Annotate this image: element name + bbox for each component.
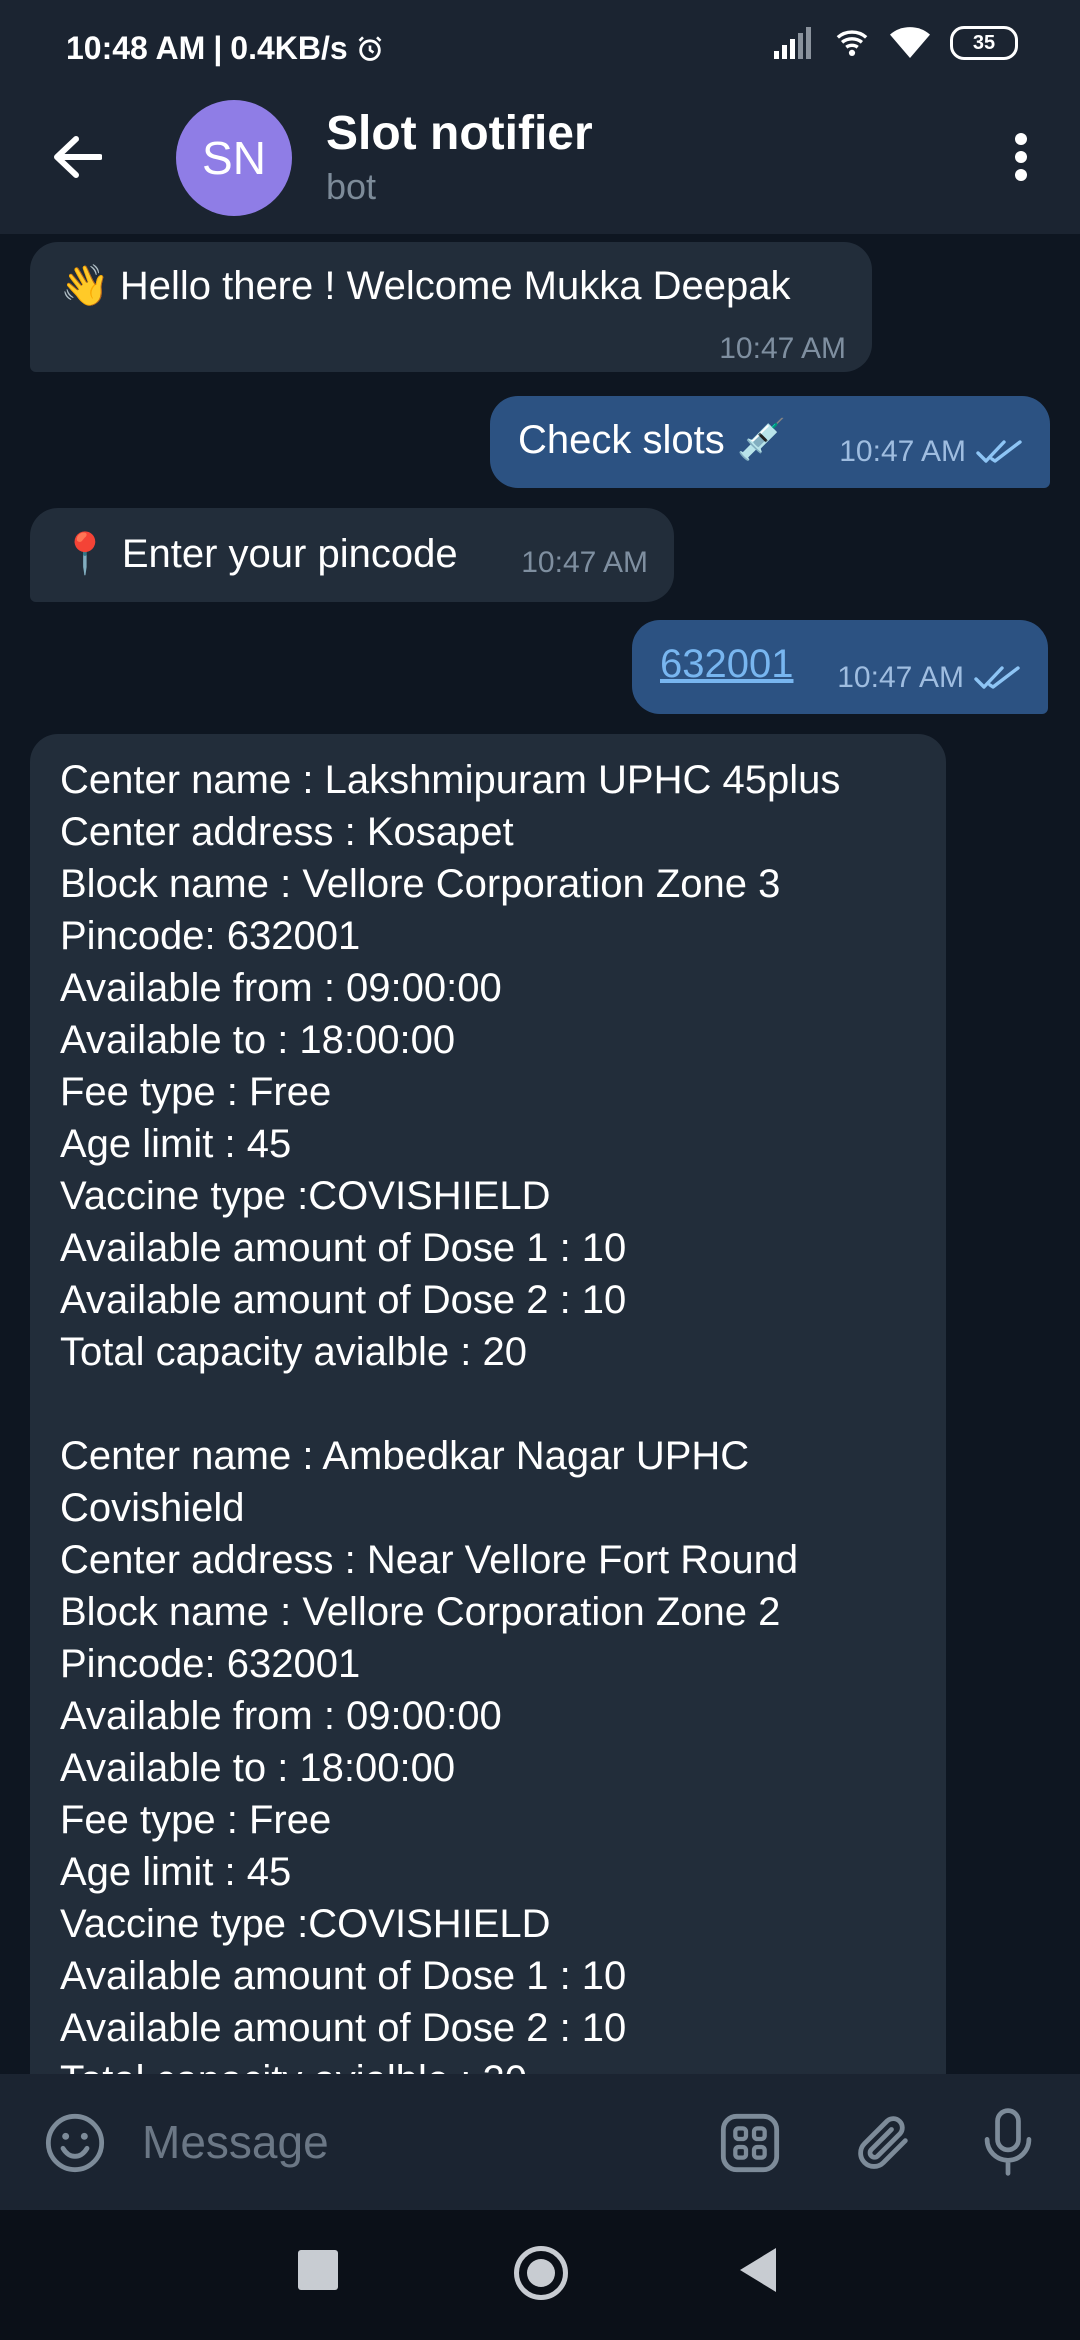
message-time: 10:47 AM bbox=[521, 546, 648, 579]
result-line: Available amount of Dose 2 : 10 bbox=[60, 2006, 627, 2050]
emoji-button[interactable] bbox=[40, 2108, 110, 2178]
network-speed: 0.4KB/s bbox=[230, 30, 348, 66]
result-line: Available amount of Dose 2 : 10 bbox=[60, 1278, 627, 1322]
result-line: Block name : Vellore Corporation Zone 3 bbox=[60, 862, 781, 906]
message-input[interactable]: Message bbox=[142, 2106, 662, 2178]
chat-title[interactable]: Slot notifier bbox=[326, 106, 593, 161]
result-line: Age limit : 45 bbox=[60, 1850, 292, 1894]
message-time: 10:47 AM bbox=[839, 435, 966, 468]
back-button[interactable] bbox=[40, 120, 114, 194]
chat-subtitle: bot bbox=[326, 166, 377, 207]
home-icon bbox=[527, 2259, 555, 2287]
result-line: Center name : Ambedkar Nagar UPHC bbox=[60, 1434, 750, 1478]
result-line: Pincode: 632001 bbox=[60, 1642, 361, 1686]
system-navigation-bar bbox=[0, 2210, 1080, 2340]
more-options-button[interactable] bbox=[986, 120, 1056, 194]
double-check-icon bbox=[976, 440, 1022, 463]
result-line: Center address : Near Vellore Fort Round bbox=[60, 1538, 799, 1582]
result-line: Center address : Kosapet bbox=[60, 810, 514, 854]
chat-header: SN Slot notifier bot bbox=[0, 80, 1080, 234]
message-composer: Message bbox=[0, 2074, 1080, 2210]
result-line: Available from : 09:00:00 bbox=[60, 1694, 502, 1738]
signal-icon bbox=[774, 27, 811, 59]
message-pincode[interactable]: 632001 10:47 AM bbox=[632, 620, 1048, 714]
home-button[interactable] bbox=[514, 2246, 568, 2300]
result-line: Available amount of Dose 1 : 10 bbox=[60, 1954, 627, 1998]
result-line: Total capacity avialble : 20 bbox=[60, 2054, 840, 2074]
wifi-icon bbox=[890, 27, 930, 58]
smile-icon bbox=[45, 2113, 105, 2173]
result-line: Covishield bbox=[60, 1486, 245, 1530]
syringe-emoji: 💉 bbox=[736, 418, 787, 462]
message-text: Enter your pincode bbox=[121, 532, 458, 576]
message-time: 10:47 AM bbox=[719, 332, 846, 365]
more-vertical-icon bbox=[1015, 133, 1027, 181]
message-slot-results[interactable]: Center name : Lakshmipuram UPHC 45plus C… bbox=[30, 734, 946, 2074]
voice-message-button[interactable] bbox=[972, 2104, 1044, 2180]
avatar[interactable]: SN bbox=[176, 100, 292, 216]
result-line: Fee type : Free bbox=[60, 1070, 332, 1114]
attach-button[interactable] bbox=[848, 2106, 920, 2178]
result-line: Block name : Vellore Corporation Zone 2 bbox=[60, 1590, 781, 1634]
result-line: Fee type : Free bbox=[60, 1798, 332, 1842]
result-line: Center name : Lakshmipuram UPHC 45plus bbox=[60, 758, 841, 802]
wave-emoji: 👋 bbox=[60, 264, 110, 308]
status-time: 10:48 AM bbox=[66, 30, 206, 66]
microphone-icon bbox=[984, 2108, 1032, 2176]
hotspot-icon bbox=[836, 30, 868, 57]
result-line: Age limit : 45 bbox=[60, 1122, 292, 1166]
message-welcome[interactable]: 👋 Hello there ! Welcome Mukka Deepak 10:… bbox=[30, 242, 872, 372]
chat-history[interactable]: 👋 Hello there ! Welcome Mukka Deepak 10:… bbox=[0, 234, 1080, 2074]
message-text: Check slots bbox=[518, 418, 725, 462]
result-line: Available from : 09:00:00 bbox=[60, 966, 502, 1010]
result-line: Available amount of Dose 1 : 10 bbox=[60, 1226, 627, 1270]
arrow-left-icon bbox=[54, 136, 102, 178]
result-line: Pincode: 632001 bbox=[60, 914, 361, 958]
paperclip-icon bbox=[858, 2116, 908, 2169]
message-enter-pincode[interactable]: 📍 Enter your pincode 10:47 AM bbox=[30, 508, 674, 602]
recents-button[interactable] bbox=[298, 2250, 338, 2290]
message-time: 10:47 AM bbox=[837, 661, 964, 694]
bot-commands-icon bbox=[720, 2113, 780, 2173]
pin-emoji: 📍 bbox=[60, 532, 110, 576]
pincode-link[interactable]: 632001 bbox=[660, 638, 793, 690]
double-check-icon bbox=[974, 666, 1020, 689]
status-bar: 10:48 AM | 0.4KB/s 35 bbox=[0, 0, 1080, 80]
alarm-icon bbox=[358, 35, 382, 61]
battery-indicator: 35 bbox=[950, 26, 1018, 60]
result-line: Available to : 18:00:00 bbox=[60, 1018, 456, 1062]
message-check-slots[interactable]: Check slots 💉 10:47 AM bbox=[490, 396, 1050, 488]
result-line: Vaccine type :COVISHIELD bbox=[60, 1902, 551, 1946]
message-text: Hello there ! Welcome Mukka Deepak bbox=[119, 264, 791, 308]
result-line: Total capacity avialble : 20 bbox=[60, 1330, 527, 1374]
system-back-button[interactable] bbox=[740, 2248, 776, 2292]
bot-commands-button[interactable] bbox=[712, 2108, 788, 2178]
result-line: Available to : 18:00:00 bbox=[60, 1746, 456, 1790]
result-line: Vaccine type :COVISHIELD bbox=[60, 1174, 551, 1218]
